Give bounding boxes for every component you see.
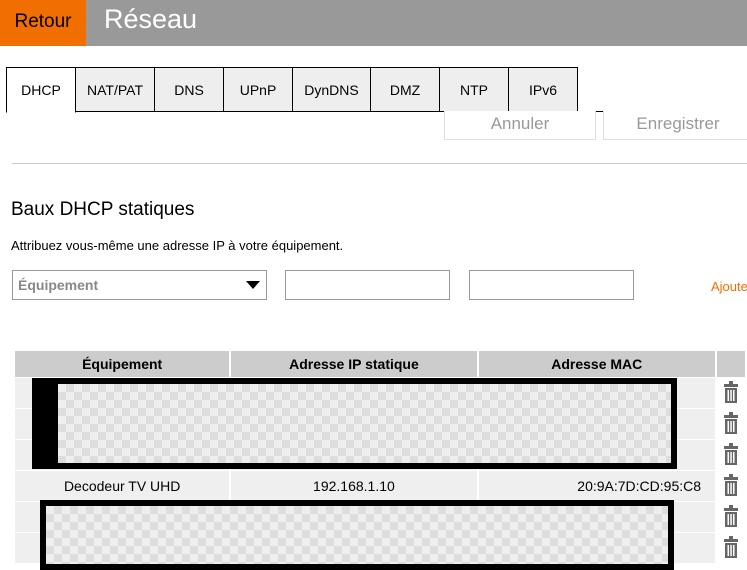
device-select-value: Équipement xyxy=(18,277,99,293)
section-title: Baux DHCP statiques xyxy=(11,199,195,220)
back-button[interactable]: Retour xyxy=(0,0,86,46)
tab-ipv6[interactable]: IPv6 xyxy=(509,67,578,112)
trash-icon xyxy=(724,504,739,527)
column-header-ip: Adresse IP statique xyxy=(231,351,477,377)
delete-button[interactable] xyxy=(717,409,745,439)
ip-address-input[interactable] xyxy=(285,270,450,300)
column-header-actions xyxy=(717,351,745,377)
trash-icon xyxy=(724,442,739,465)
divider xyxy=(12,163,747,164)
tab-dhcp[interactable]: DHCP xyxy=(6,67,76,113)
add-link[interactable]: Ajouter xyxy=(711,279,747,294)
delete-button[interactable] xyxy=(717,378,745,408)
device-select[interactable]: Équipement xyxy=(12,270,267,300)
delete-button[interactable] xyxy=(717,533,745,563)
redacted-region xyxy=(40,500,674,570)
page-title: Réseau xyxy=(104,4,198,34)
trash-icon xyxy=(724,380,739,403)
section-description: Attribuez vous-même une adresse IP à vot… xyxy=(11,238,344,253)
tab-dmz[interactable]: DMZ xyxy=(371,67,440,112)
cell-mac: 20:9A:7D:CD:95:C8 xyxy=(478,471,716,501)
cancel-button[interactable]: Annuler xyxy=(444,111,596,140)
column-header-device: Équipement xyxy=(15,351,230,377)
save-button[interactable]: Enregistrer xyxy=(603,111,747,140)
delete-button[interactable] xyxy=(717,471,745,501)
tab-ntp[interactable]: NTP xyxy=(440,67,509,112)
redacted-region xyxy=(32,378,677,469)
trash-icon xyxy=(724,535,739,558)
mac-address-input[interactable] xyxy=(469,270,634,300)
cell-device: Decodeur TV UHD xyxy=(15,471,230,501)
table-row: Decodeur TV UHD 192.168.1.10 20:9A:7D:CD:9… xyxy=(15,471,745,501)
tab-dyndns[interactable]: DynDNS xyxy=(293,67,371,112)
header-bar: Retour Réseau xyxy=(0,0,747,46)
tab-dns[interactable]: DNS xyxy=(155,67,224,112)
chevron-down-icon xyxy=(246,281,260,289)
trash-icon xyxy=(724,411,739,434)
tab-upnp[interactable]: UPnP xyxy=(224,67,293,112)
tab-bar: DHCP NAT/PAT DNS UPnP DynDNS DMZ NTP IPv… xyxy=(6,67,747,113)
trash-icon xyxy=(724,473,739,496)
tab-nat-pat[interactable]: NAT/PAT xyxy=(76,67,155,112)
delete-button[interactable] xyxy=(717,502,745,532)
delete-button[interactable] xyxy=(717,440,745,470)
cell-ip: 192.168.1.10 xyxy=(231,471,477,501)
column-header-mac: Adresse MAC xyxy=(478,351,716,377)
